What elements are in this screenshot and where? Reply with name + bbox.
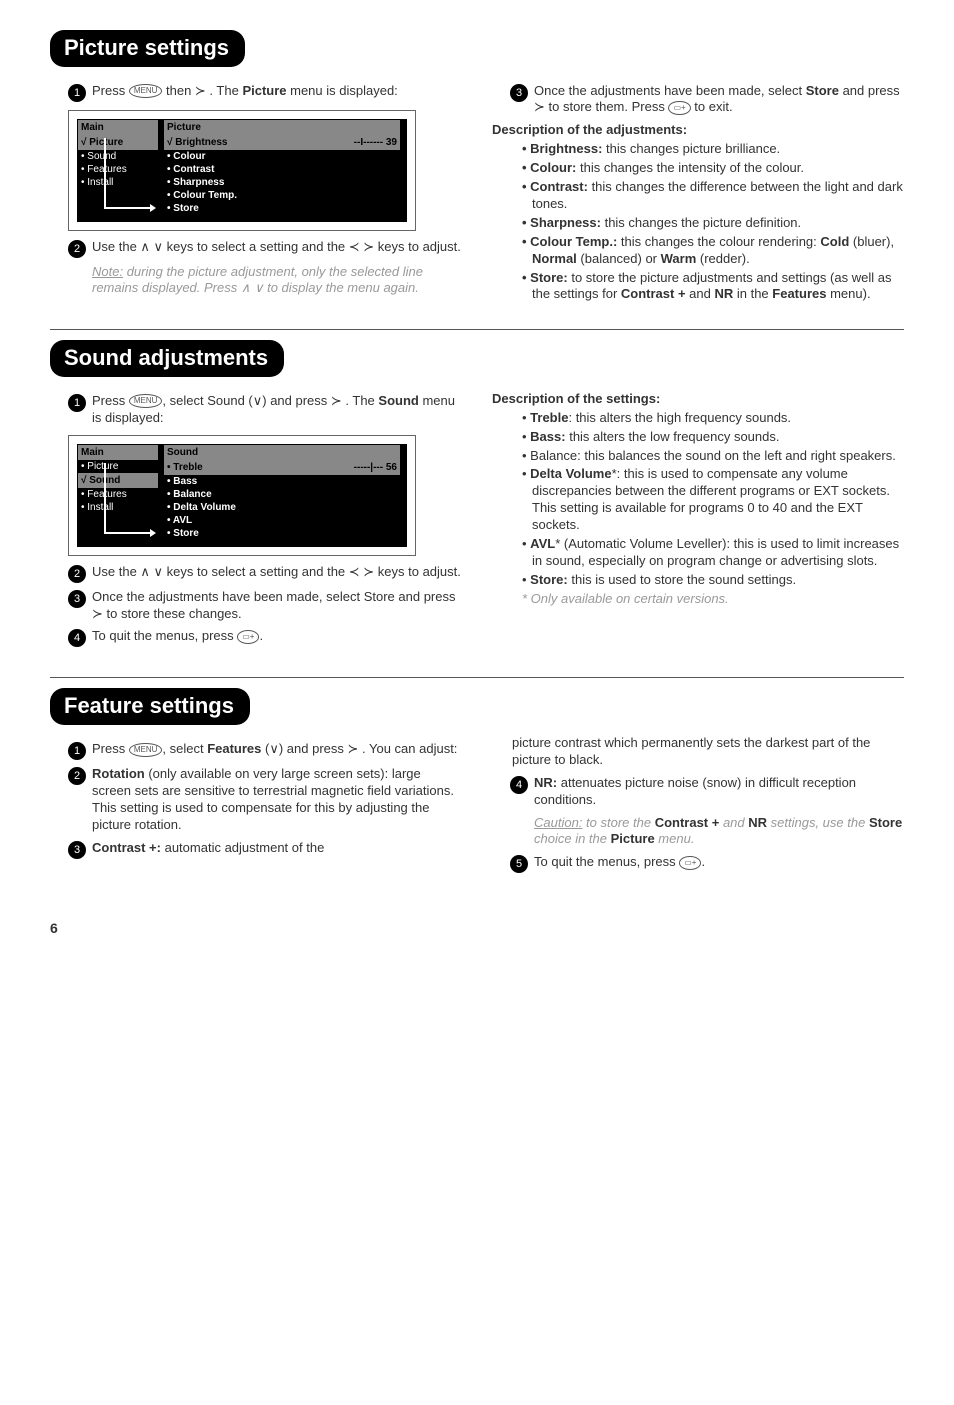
step-text: Rotation (only available on very large s…: [92, 766, 462, 834]
picture-menu-screenshot: Main √ Picture • Sound • Features • Inst…: [68, 110, 416, 231]
footnote: * Only available on certain versions.: [492, 591, 904, 608]
section-heading: Sound adjustments: [50, 340, 284, 377]
step-marker: 3: [510, 84, 528, 102]
sound-adjustments-section: Sound adjustments 1 Press MENU, select S…: [50, 329, 904, 653]
step-text: Use the ∧ ∨ keys to select a setting and…: [92, 239, 462, 256]
step-marker: 4: [510, 776, 528, 794]
step-text: Press MENU then ≻ . The Picture menu is …: [92, 83, 462, 100]
menu-arrow-icon: [104, 463, 152, 534]
step-text: To quit the menus, press ▭+.: [92, 628, 462, 645]
caution-text: Caution: to store the Contrast + and NR …: [492, 815, 904, 849]
step-marker: 1: [68, 742, 86, 760]
menu-arrow-icon: [104, 138, 152, 209]
description-heading: Description of the adjustments:: [492, 122, 904, 139]
page-number: 6: [50, 919, 904, 937]
description-list: • Treble: this alters the high frequency…: [492, 410, 904, 589]
menu-key-icon: MENU: [129, 743, 163, 757]
description-list: • Brightness: this changes picture brill…: [492, 141, 904, 303]
step-text: Press MENU, select Features (∨) and pres…: [92, 741, 462, 758]
note-text: Note: during the picture adjustment, onl…: [50, 264, 462, 298]
step-text: NR: attenuates picture noise (snow) in d…: [534, 775, 904, 809]
step-marker: 2: [68, 767, 86, 785]
step-text: Once the adjustments have been made, sel…: [92, 589, 462, 623]
description-heading: Description of the settings:: [492, 391, 904, 408]
step-marker: 3: [68, 590, 86, 608]
sound-menu-screenshot: Main • Picture √ Sound • Features • Inst…: [68, 435, 416, 556]
exit-key-icon: ▭+: [679, 856, 701, 870]
exit-key-icon: ▭+: [237, 630, 259, 644]
picture-settings-section: Picture settings 1 Press MENU then ≻ . T…: [50, 30, 904, 305]
step-marker: 1: [68, 394, 86, 412]
feature-settings-section: Feature settings 1 Press MENU, select Fe…: [50, 677, 904, 879]
step-marker: 4: [68, 629, 86, 647]
menu-key-icon: MENU: [129, 394, 163, 408]
step-text-continued: picture contrast which permanently sets …: [492, 735, 904, 769]
step-text: Once the adjustments have been made, sel…: [534, 83, 904, 117]
step-text: Press MENU, select Sound (∨) and press ≻…: [92, 393, 462, 427]
section-heading: Feature settings: [50, 688, 250, 725]
step-marker: 1: [68, 84, 86, 102]
step-marker: 3: [68, 841, 86, 859]
step-text: Use the ∧ ∨ keys to select a setting and…: [92, 564, 462, 581]
step-text: Contrast +: automatic adjustment of the: [92, 840, 462, 857]
menu-key-icon: MENU: [129, 84, 163, 98]
step-marker: 2: [68, 240, 86, 258]
step-text: To quit the menus, press ▭+.: [534, 854, 904, 871]
step-marker: 2: [68, 565, 86, 583]
exit-key-icon: ▭+: [668, 101, 690, 115]
step-marker: 5: [510, 855, 528, 873]
section-heading: Picture settings: [50, 30, 245, 67]
